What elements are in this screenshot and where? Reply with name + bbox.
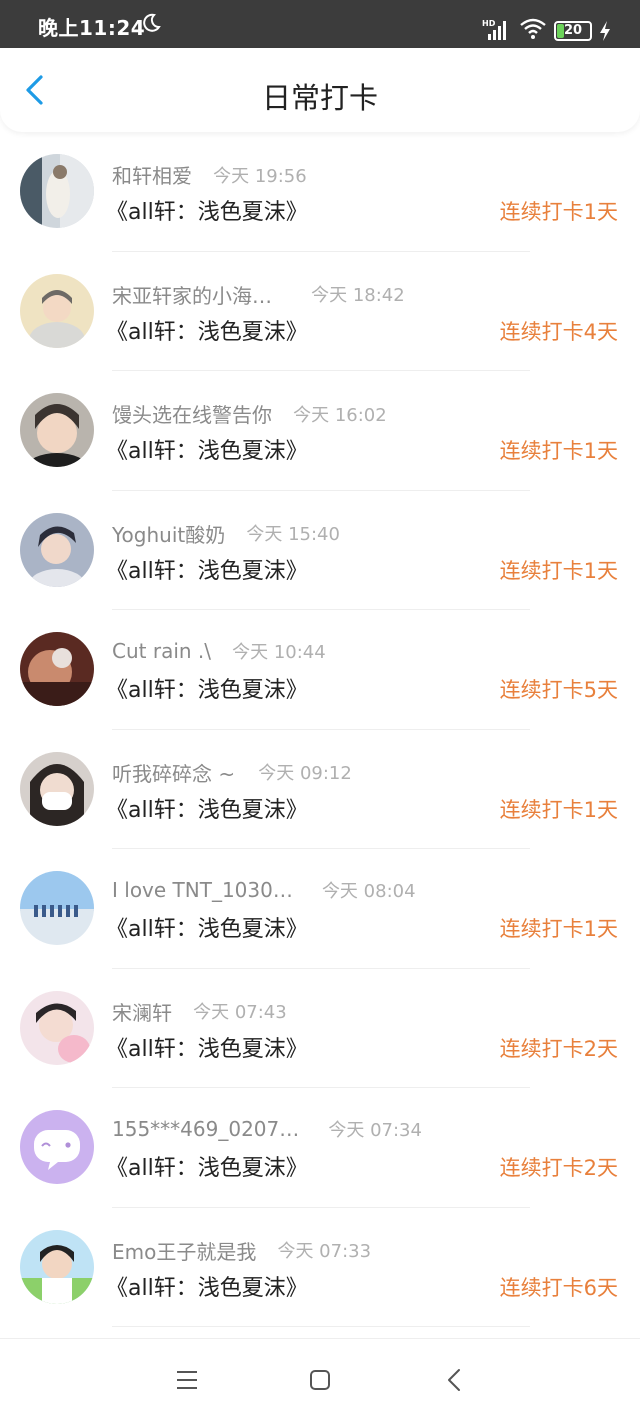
list-item[interactable]: Cut rain .\ 今天 10:44 《all轩：浅色夏沫》 连续打卡5天 [0, 610, 640, 730]
username[interactable]: Yoghuit酸奶 [112, 519, 225, 548]
item-meta: 155***469_0207… 今天 07:34 [112, 1116, 422, 1144]
list-item[interactable]: 馒头选在线警告你 今天 16:02 《all轩：浅色夏沫》 连续打卡1天 [0, 371, 640, 491]
item-meta: Cut rain .\ 今天 10:44 [112, 638, 326, 666]
book-title: 《all轩：浅色夏沫》 [106, 439, 308, 464]
checkin-time: 今天 09:12 [258, 763, 352, 784]
checkin-time: 今天 18:42 [311, 285, 405, 306]
avatar[interactable] [20, 1229, 94, 1304]
avatar[interactable] [20, 512, 94, 587]
checkin-time: 今天 07:33 [277, 1241, 372, 1262]
streak-label: 连续打卡5天 [499, 678, 618, 702]
battery-level: 20 [563, 23, 583, 38]
book-title: 《all轩：浅色夏沫》 [106, 1275, 308, 1301]
item-meta: 宋亚轩家的小海… 今天 18:42 [112, 280, 405, 308]
header: 日常打卡 [0, 48, 640, 132]
battery-indicator: 20 [554, 21, 592, 41]
book-title: 《all轩：浅色夏沫》 [106, 319, 308, 345]
avatar[interactable] [20, 632, 94, 706]
username[interactable]: I love TNT_1030… [112, 878, 293, 902]
username[interactable]: 155***469_0207… [112, 1117, 299, 1141]
svg-text:HD: HD [482, 19, 496, 28]
avatar[interactable] [20, 871, 94, 945]
item-meta: Emo王子就是我 今天 07:33 [112, 1236, 371, 1264]
list-item[interactable]: 宋澜轩 今天 07:43 《all轩：浅色夏沫》 连续打卡2天 [0, 969, 640, 1089]
book-title: 《all轩：浅色夏沫》 [106, 797, 308, 823]
item-meta: 和轩相爱 今天 19:56 [112, 160, 307, 188]
item-meta: 馒头选在线警告你 今天 16:02 [112, 399, 387, 427]
book-title: 《all轩：浅色夏沫》 [106, 558, 308, 584]
avatar[interactable] [20, 273, 94, 348]
charging-icon [600, 21, 610, 41]
streak-label: 连续打卡4天 [499, 319, 618, 344]
checkin-time: 今天 15:40 [246, 524, 340, 545]
avatar[interactable] [20, 751, 94, 826]
streak-label: 连续打卡2天 [499, 1156, 618, 1180]
avatar[interactable] [20, 990, 94, 1065]
username[interactable]: 宋澜轩 [112, 997, 172, 1026]
list-item[interactable]: Yoghuit酸奶 今天 15:40 《all轩：浅色夏沫》 连续打卡1天 [0, 491, 640, 611]
book-title: 《all轩：浅色夏沫》 [106, 1036, 308, 1062]
status-bar: 晚上11:24 HD 20 [0, 0, 640, 48]
checkin-time: 今天 16:02 [293, 404, 387, 426]
username[interactable]: 馒头选在线警告你 [112, 399, 272, 428]
menu-icon[interactable] [175, 1369, 199, 1391]
list-item[interactable]: Emo王子就是我 今天 07:33 《all轩：浅色夏沫》 连续打卡6天 [0, 1208, 640, 1328]
item-meta: 听我碎碎念 ~ 今天 09:12 [112, 758, 352, 786]
username[interactable]: Emo王子就是我 [112, 1236, 256, 1265]
book-title: 《all轩：浅色夏沫》 [106, 200, 308, 225]
list-item[interactable]: I love TNT_1030… 今天 08:04 《all轩：浅色夏沫》 连续… [0, 849, 640, 969]
streak-label: 连续打卡2天 [499, 1036, 618, 1061]
moon-icon [143, 13, 161, 32]
checkin-time: 今天 19:56 [213, 165, 307, 187]
username[interactable]: 宋亚轩家的小海… [112, 280, 272, 309]
book-title: 《all轩：浅色夏沫》 [106, 678, 308, 703]
streak-label: 连续打卡1天 [499, 558, 618, 583]
checkin-time: 今天 08:04 [321, 881, 416, 902]
item-meta: I love TNT_1030… 今天 08:04 [112, 877, 416, 905]
streak-label: 连续打卡1天 [499, 797, 618, 822]
avatar[interactable] [20, 1110, 94, 1184]
checkin-list: 和轩相爱 今天 19:56 《all轩：浅色夏沫》 连续打卡1天 宋亚轩家的小海… [0, 132, 640, 1327]
username[interactable]: 听我碎碎念 ~ [112, 758, 235, 787]
streak-label: 连续打卡6天 [499, 1275, 618, 1300]
list-item[interactable]: 宋亚轩家的小海… 今天 18:42 《all轩：浅色夏沫》 连续打卡4天 [0, 252, 640, 372]
wifi-icon [520, 18, 546, 39]
list-item[interactable]: 听我碎碎念 ~ 今天 09:12 《all轩：浅色夏沫》 连续打卡1天 [0, 730, 640, 850]
book-title: 《all轩：浅色夏沫》 [106, 1156, 308, 1181]
username[interactable]: Cut rain .\ [112, 639, 211, 663]
item-meta: 宋澜轩 今天 07:43 [112, 997, 287, 1025]
streak-label: 连续打卡1天 [499, 917, 618, 941]
streak-label: 连续打卡1天 [499, 200, 618, 224]
checkin-time: 今天 10:44 [232, 642, 326, 663]
list-item[interactable]: 和轩相爱 今天 19:56 《all轩：浅色夏沫》 连续打卡1天 [0, 132, 640, 252]
page-title: 日常打卡 [261, 81, 378, 115]
avatar[interactable] [20, 393, 94, 467]
list-item[interactable]: 155***469_0207… 今天 07:34 《all轩：浅色夏沫》 连续打… [0, 1088, 640, 1208]
book-title: 《all轩：浅色夏沫》 [106, 917, 308, 942]
username[interactable]: 和轩相爱 [112, 160, 192, 189]
item-meta: Yoghuit酸奶 今天 15:40 [112, 519, 340, 547]
avatar[interactable] [20, 154, 94, 228]
back-triangle-icon[interactable] [445, 1367, 463, 1393]
streak-label: 连续打卡1天 [499, 439, 618, 463]
hd-signal-icon: HD [482, 19, 506, 40]
status-time: 晚上11:24 [38, 16, 146, 40]
checkin-time: 今天 07:34 [328, 1120, 422, 1141]
checkin-time: 今天 07:43 [193, 1002, 287, 1023]
home-square-icon[interactable] [309, 1369, 331, 1391]
system-nav-bar [0, 1338, 640, 1422]
